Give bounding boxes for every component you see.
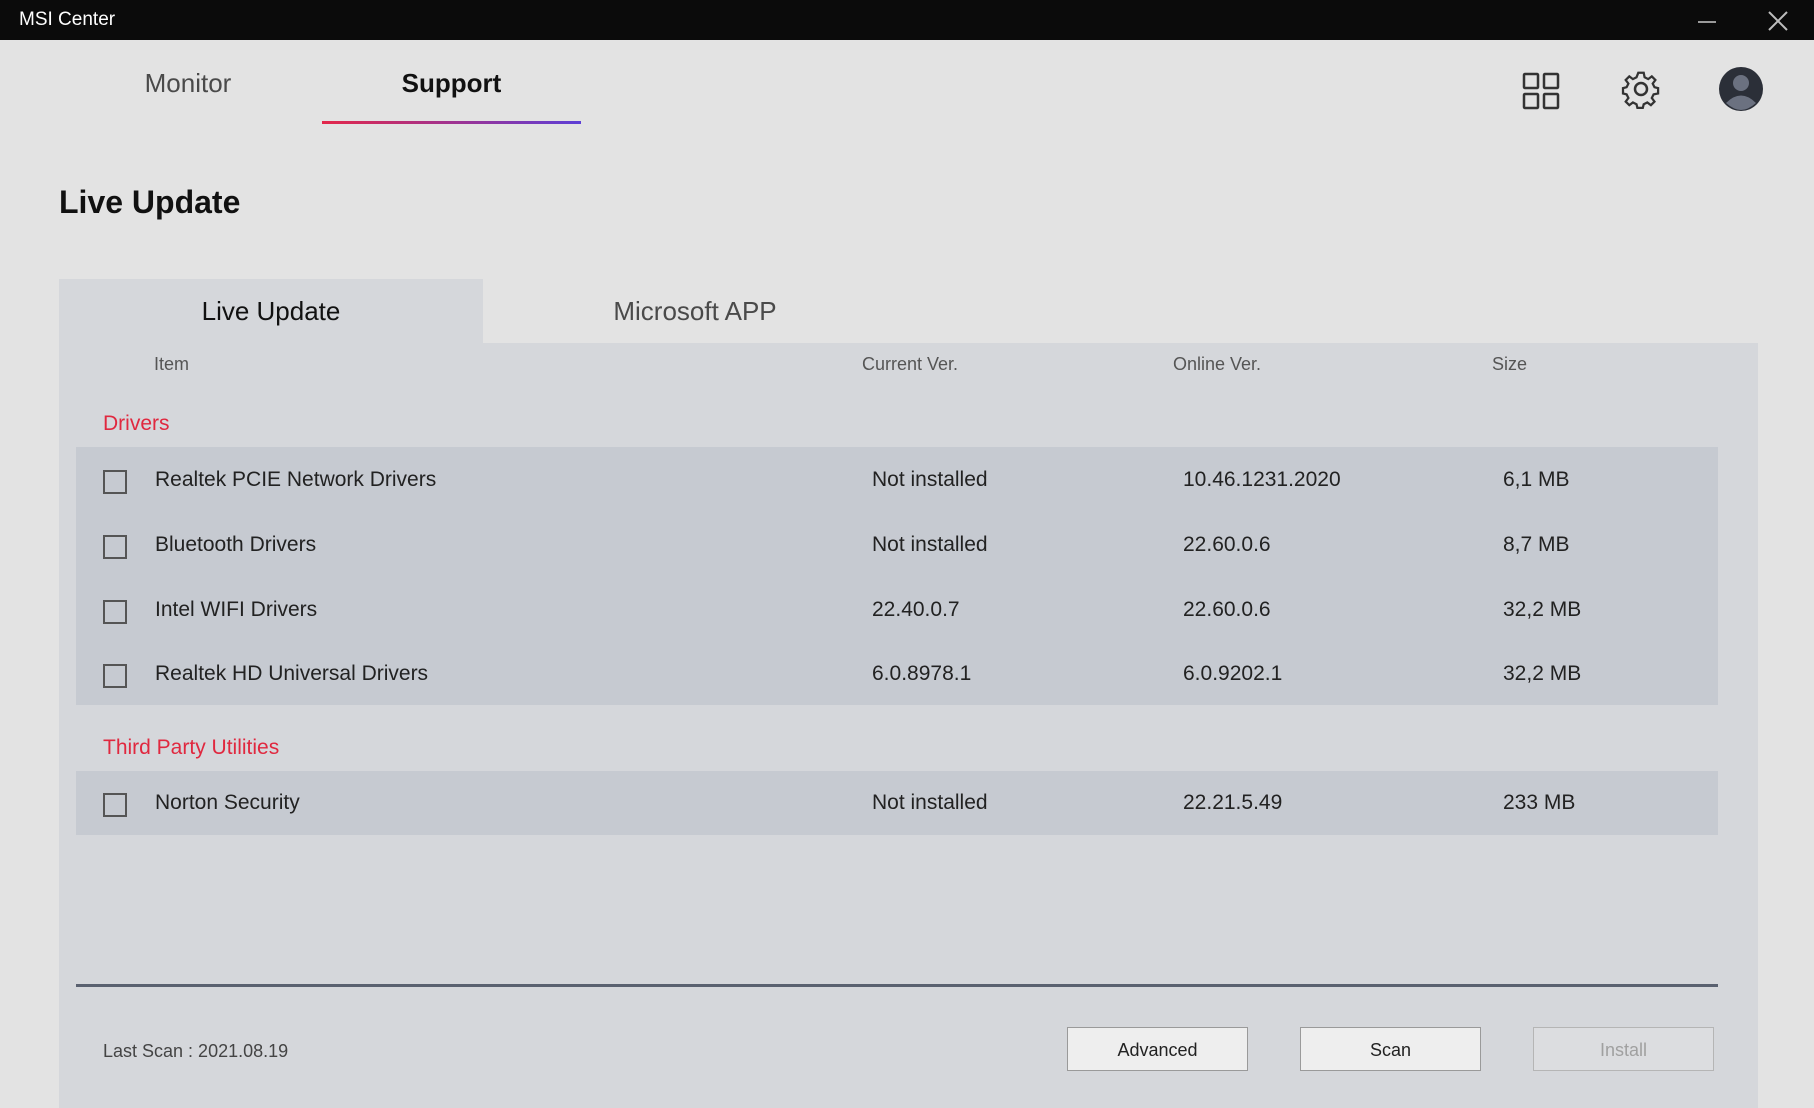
row-item-name: Intel WIFI Drivers — [155, 598, 318, 621]
app-title: MSI Center — [19, 9, 116, 30]
live-update-panel: Item Current Ver. Online Ver. Size Drive… — [59, 343, 1758, 1108]
tab-support-label: Support — [401, 68, 502, 98]
row-size: 32,2 MB — [1503, 662, 1582, 685]
table-row: Realtek PCIE Network Drivers Not install… — [76, 448, 1718, 512]
column-header-item: Item — [154, 354, 190, 374]
row-checkbox[interactable] — [103, 470, 127, 494]
row-size: 233 MB — [1503, 791, 1576, 814]
last-scan-text: Last Scan : 2021.08.19 — [103, 1041, 289, 1061]
row-online-version: 22.21.5.49 — [1183, 791, 1283, 814]
row-current-version: 22.40.0.7 — [872, 598, 960, 621]
row-size: 6,1 MB — [1503, 468, 1570, 491]
group-label-drivers: Drivers — [103, 412, 170, 435]
row-current-version: Not installed — [872, 791, 988, 814]
row-current-version: Not installed — [872, 533, 988, 556]
tab-support[interactable]: Support — [322, 68, 581, 124]
row-online-version: 6.0.9202.1 — [1183, 662, 1283, 685]
row-size: 32,2 MB — [1503, 598, 1582, 621]
group-label-third-party-utilities: Third Party Utilities — [103, 736, 280, 759]
row-online-version: 22.60.0.6 — [1183, 533, 1271, 556]
minimize-button[interactable] — [1682, 0, 1732, 40]
drivers-list: Realtek PCIE Network Drivers Not install… — [76, 447, 1718, 705]
column-header-current-version: Current Ver. — [862, 354, 959, 374]
advanced-button[interactable]: Advanced — [1067, 1027, 1248, 1071]
install-button[interactable]: Install — [1533, 1027, 1714, 1071]
tab-live-update-label: Live Update — [201, 296, 341, 326]
row-size: 8,7 MB — [1503, 533, 1570, 556]
gear-icon — [1621, 71, 1660, 110]
row-current-version: 6.0.8978.1 — [872, 662, 972, 685]
row-item-name: Norton Security — [155, 791, 300, 814]
tab-monitor[interactable]: Monitor — [100, 68, 276, 124]
row-online-version: 10.46.1231.2020 — [1183, 468, 1341, 491]
avatar-icon — [1719, 67, 1763, 111]
footer-divider — [76, 984, 1718, 987]
row-item-name: Realtek PCIE Network Drivers — [155, 468, 437, 491]
table-row: Intel WIFI Drivers 22.40.0.7 22.60.0.6 3… — [76, 578, 1718, 642]
table-row: Norton Security Not installed 22.21.5.49… — [76, 771, 1718, 835]
close-icon — [1768, 11, 1788, 31]
close-button[interactable] — [1752, 0, 1802, 40]
tab-live-update[interactable]: Live Update — [59, 279, 483, 343]
page-title: Live Update — [59, 184, 241, 220]
tab-monitor-label: Monitor — [144, 68, 232, 98]
row-item-name: Bluetooth Drivers — [155, 533, 317, 556]
grid-button[interactable] — [1520, 70, 1562, 117]
tab-microsoft-app[interactable]: Microsoft APP — [483, 279, 907, 343]
row-checkbox[interactable] — [103, 535, 127, 559]
account-button[interactable] — [1718, 66, 1764, 117]
grid-icon — [1522, 72, 1560, 110]
third-party-list: Norton Security Not installed 22.21.5.49… — [76, 771, 1718, 835]
row-checkbox[interactable] — [103, 600, 127, 624]
title-bar: MSI Center — [0, 0, 1814, 40]
row-online-version: 22.60.0.6 — [1183, 598, 1271, 621]
row-checkbox[interactable] — [103, 793, 127, 817]
minimize-icon — [1698, 21, 1716, 23]
scan-button[interactable]: Scan — [1300, 1027, 1481, 1071]
table-row: Realtek HD Universal Drivers 6.0.8978.1 … — [76, 642, 1718, 706]
row-item-name: Realtek HD Universal Drivers — [155, 662, 429, 685]
tab-microsoft-app-label: Microsoft APP — [613, 296, 777, 326]
column-header-size: Size — [1492, 354, 1528, 374]
table-row: Bluetooth Drivers Not installed 22.60.0.… — [76, 513, 1718, 577]
column-header-online-version: Online Ver. — [1173, 354, 1262, 374]
settings-button[interactable] — [1619, 67, 1663, 116]
row-current-version: Not installed — [872, 468, 988, 491]
row-checkbox[interactable] — [103, 664, 127, 688]
active-tab-underline — [322, 121, 581, 124]
